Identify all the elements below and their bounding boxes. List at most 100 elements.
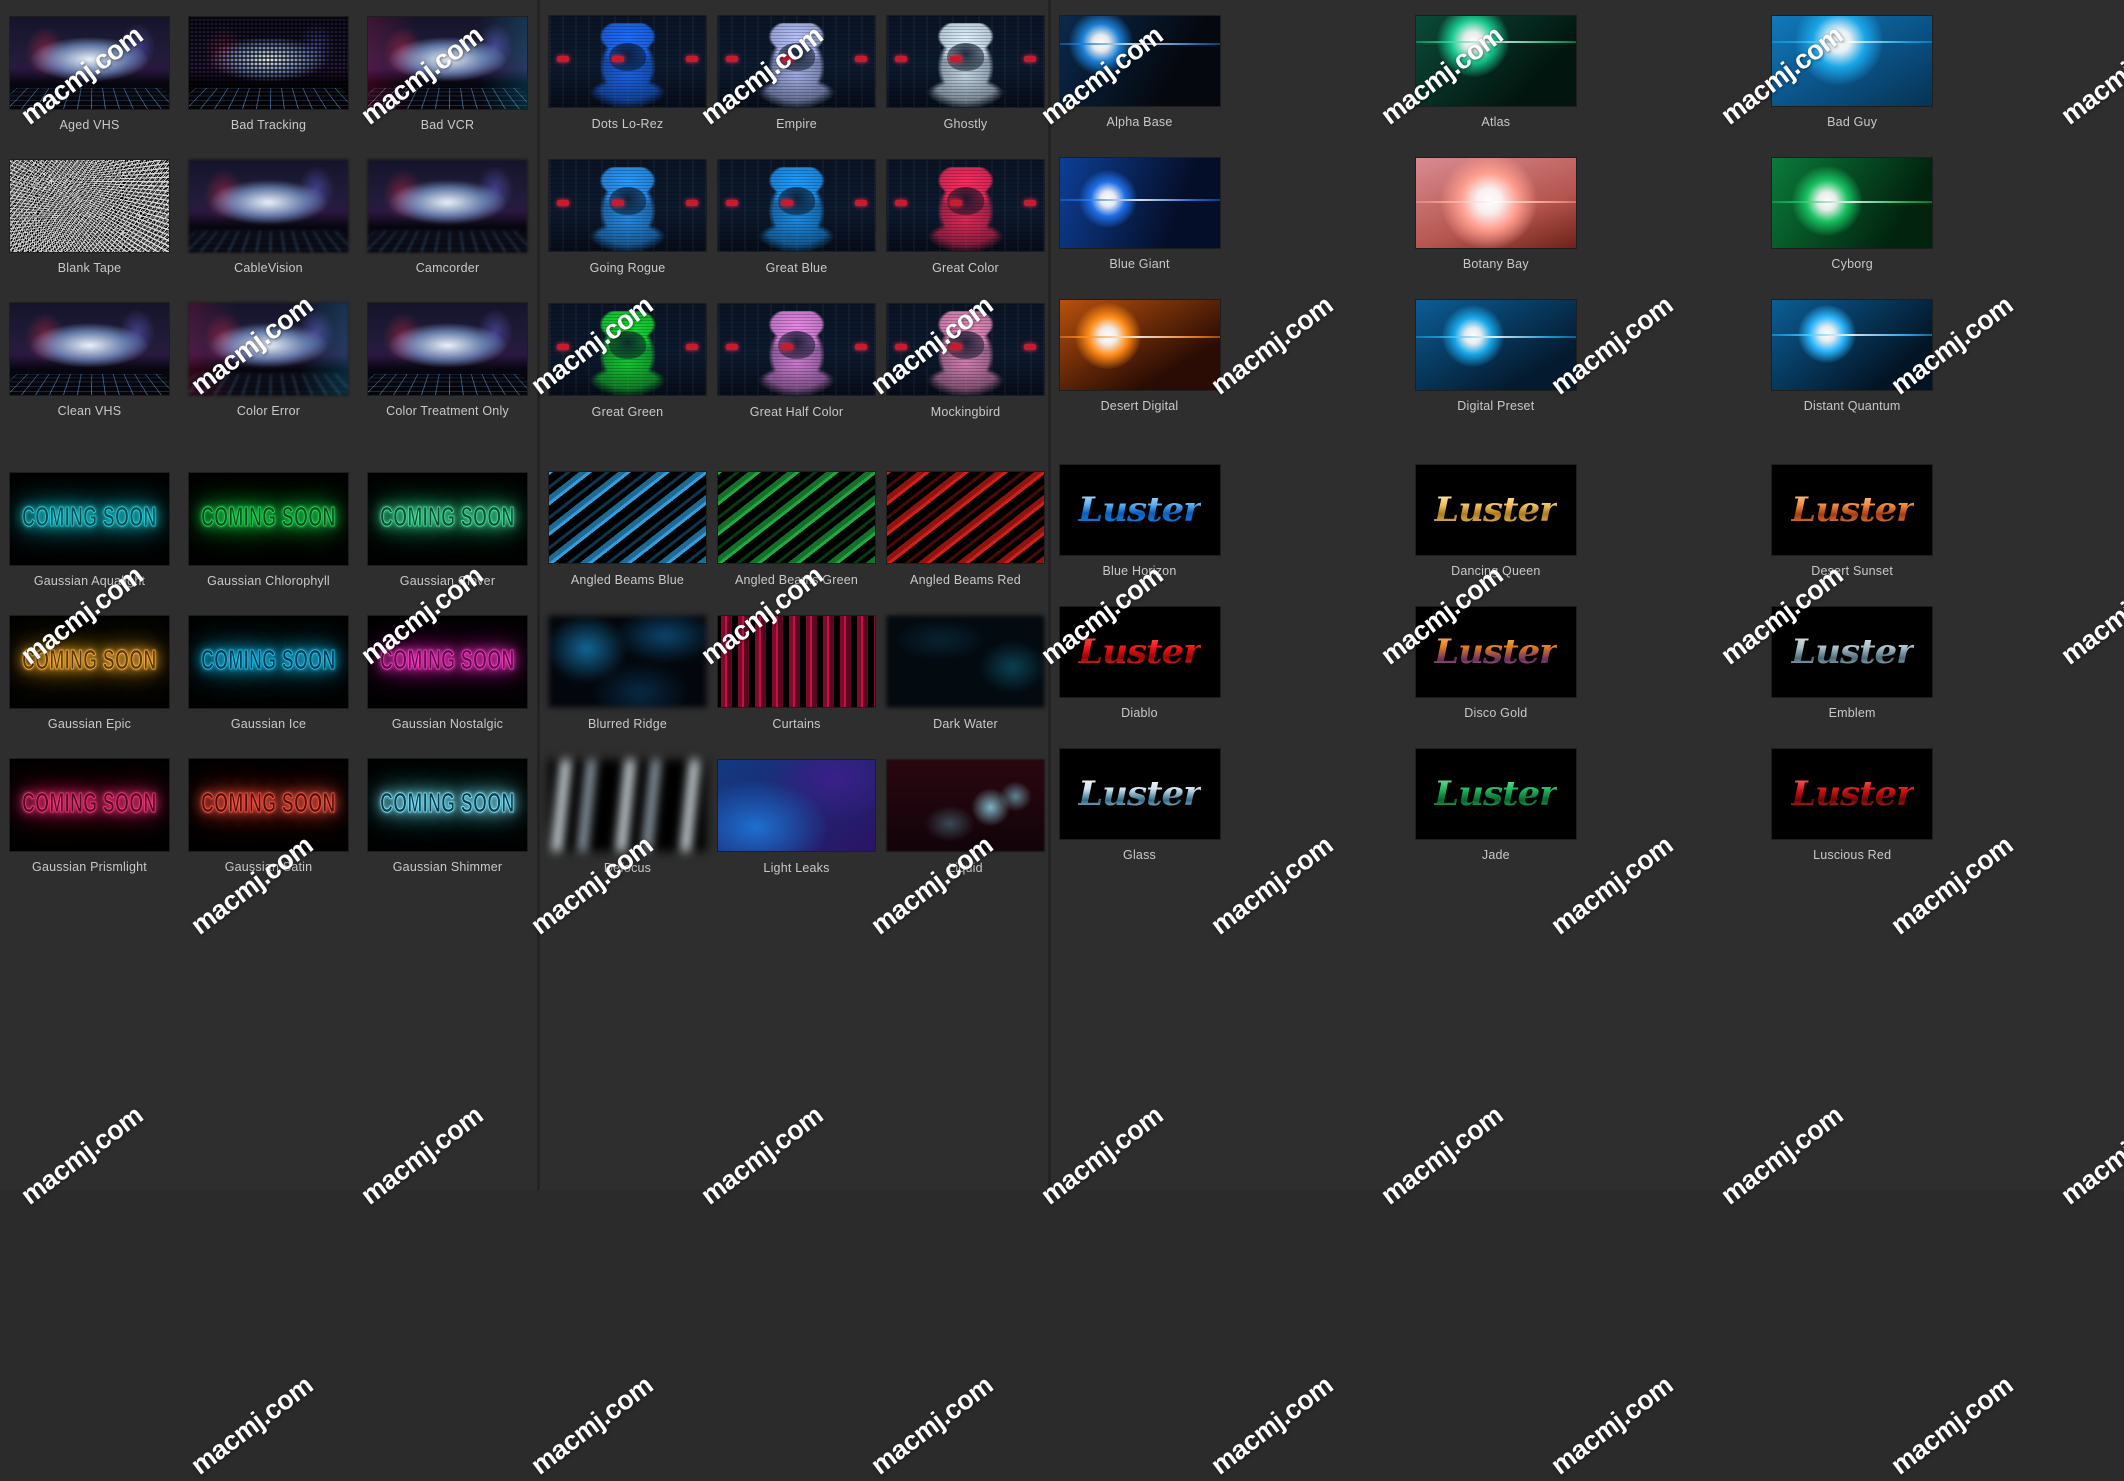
- preset-thumbnail-bad-vcr[interactable]: [368, 17, 527, 109]
- preset-thumbnail-bad-tracking[interactable]: [189, 17, 348, 109]
- preset-thumbnail-botany-bay[interactable]: [1415, 158, 1576, 248]
- preset-item[interactable]: Luster Emblem: [1768, 578, 1937, 720]
- preset-thumbnail-disco-gold[interactable]: Luster: [1415, 607, 1576, 697]
- preset-item[interactable]: Great Color: [881, 131, 1048, 275]
- preset-thumbnail-great-color[interactable]: [887, 160, 1044, 251]
- preset-item[interactable]: Light Leaks: [712, 731, 881, 875]
- preset-item[interactable]: COMING SOON Gaussian Nostalgic: [358, 588, 537, 731]
- preset-thumbnail-digital-preset[interactable]: [1415, 300, 1576, 390]
- preset-item[interactable]: Luster Disco Gold: [1411, 578, 1580, 720]
- preset-item[interactable]: Dots Lo-Rez: [543, 16, 712, 131]
- preset-thumbnail-color-error[interactable]: [189, 303, 348, 395]
- preset-item[interactable]: COMING SOON Gaussian Shimmer: [358, 731, 537, 874]
- preset-item[interactable]: Bad Guy: [1768, 16, 1937, 129]
- preset-thumbnail-gaussian-prismlight[interactable]: COMING SOON: [10, 759, 169, 851]
- preset-thumbnail-clean-vhs[interactable]: [10, 303, 169, 395]
- preset-item[interactable]: Aged VHS: [0, 17, 179, 132]
- preset-thumbnail-great-blue[interactable]: [718, 160, 875, 251]
- preset-item[interactable]: Blue Giant: [1055, 129, 1224, 271]
- preset-item[interactable]: COMING SOON Gaussian Chlorophyll: [179, 473, 358, 588]
- preset-thumbnail-cablevision[interactable]: [189, 160, 348, 252]
- preset-item[interactable]: Luster Luscious Red: [1768, 720, 1937, 862]
- preset-thumbnail-going-rogue[interactable]: [549, 160, 706, 251]
- preset-thumbnail-gaussian-shimmer[interactable]: COMING SOON: [368, 759, 527, 851]
- preset-thumbnail-desert-sunset[interactable]: Luster: [1772, 465, 1933, 555]
- preset-item[interactable]: Luster Glass: [1055, 720, 1224, 862]
- preset-thumbnail-blurred-ridge[interactable]: [549, 616, 706, 707]
- preset-item[interactable]: Bad Tracking: [179, 17, 358, 132]
- preset-thumbnail-dark-water[interactable]: [887, 616, 1044, 707]
- preset-thumbnail-angled-beams-blue[interactable]: [549, 472, 706, 563]
- preset-thumbnail-bad-guy[interactable]: [1772, 16, 1933, 106]
- preset-thumbnail-glass[interactable]: Luster: [1059, 749, 1220, 839]
- preset-item[interactable]: Dark Water: [881, 587, 1048, 731]
- preset-thumbnail-distant-quantum[interactable]: [1772, 300, 1933, 390]
- preset-item[interactable]: COMING SOON Gaussian Prismlight: [0, 731, 179, 874]
- preset-thumbnail-curtains[interactable]: [718, 616, 875, 707]
- preset-thumbnail-diablo[interactable]: Luster: [1059, 607, 1220, 697]
- preset-item[interactable]: Bad VCR: [358, 17, 537, 132]
- preset-thumbnail-defocus[interactable]: [549, 760, 706, 851]
- preset-item[interactable]: Botany Bay: [1411, 129, 1580, 271]
- preset-thumbnail-gaussian-satin[interactable]: COMING SOON: [189, 759, 348, 851]
- preset-thumbnail-atlas[interactable]: [1415, 16, 1576, 106]
- preset-thumbnail-gaussian-epic[interactable]: COMING SOON: [10, 616, 169, 708]
- preset-thumbnail-color-treatment-only[interactable]: [368, 303, 527, 395]
- preset-thumbnail-desert-digital[interactable]: [1059, 300, 1220, 390]
- preset-item[interactable]: Distant Quantum: [1768, 271, 1937, 413]
- preset-thumbnail-aged-vhs[interactable]: [10, 17, 169, 109]
- preset-thumbnail-jade[interactable]: Luster: [1415, 749, 1576, 839]
- preset-item[interactable]: Luster Blue Horizon: [1055, 465, 1224, 578]
- preset-item[interactable]: Blurred Ridge: [543, 587, 712, 731]
- preset-thumbnail-angled-beams-green[interactable]: [718, 472, 875, 563]
- preset-thumbnail-dots-lo-rez[interactable]: [549, 16, 706, 107]
- preset-thumbnail-mockingbird[interactable]: [887, 304, 1044, 395]
- preset-item[interactable]: Luster Desert Sunset: [1768, 465, 1937, 578]
- preset-item[interactable]: Angled Beams Blue: [543, 472, 712, 587]
- preset-item[interactable]: Desert Digital: [1055, 271, 1224, 413]
- preset-thumbnail-cyborg[interactable]: [1772, 158, 1933, 248]
- preset-thumbnail-gaussian-chlorophyll[interactable]: COMING SOON: [189, 473, 348, 565]
- preset-thumbnail-emblem[interactable]: Luster: [1772, 607, 1933, 697]
- preset-thumbnail-liquid[interactable]: [887, 760, 1044, 851]
- preset-item[interactable]: Great Green: [543, 275, 712, 419]
- preset-item[interactable]: COMING SOON Gaussian Aqualight: [0, 473, 179, 588]
- preset-item[interactable]: Luster Jade: [1411, 720, 1580, 862]
- preset-item[interactable]: Camcorder: [358, 132, 537, 275]
- preset-item[interactable]: Empire: [712, 16, 881, 131]
- preset-item[interactable]: Cyborg: [1768, 129, 1937, 271]
- preset-item[interactable]: Color Treatment Only: [358, 275, 537, 418]
- preset-item[interactable]: Color Error: [179, 275, 358, 418]
- preset-item[interactable]: COMING SOON Gaussian Ice: [179, 588, 358, 731]
- preset-item[interactable]: Angled Beams Red: [881, 472, 1048, 587]
- preset-item[interactable]: Angled Beams Green: [712, 472, 881, 587]
- preset-item[interactable]: Blank Tape: [0, 132, 179, 275]
- preset-thumbnail-gaussian-clover[interactable]: COMING SOON: [368, 473, 527, 565]
- preset-item[interactable]: Ghostly: [881, 16, 1048, 131]
- preset-item[interactable]: COMING SOON Gaussian Satin: [179, 731, 358, 874]
- preset-thumbnail-dancing-queen[interactable]: Luster: [1415, 465, 1576, 555]
- preset-item[interactable]: Digital Preset: [1411, 271, 1580, 413]
- preset-item[interactable]: Luster Dancing Queen: [1411, 465, 1580, 578]
- preset-item[interactable]: Going Rogue: [543, 131, 712, 275]
- preset-thumbnail-camcorder[interactable]: [368, 160, 527, 252]
- preset-item[interactable]: Great Blue: [712, 131, 881, 275]
- preset-thumbnail-luscious-red[interactable]: Luster: [1772, 749, 1933, 839]
- preset-item[interactable]: Clean VHS: [0, 275, 179, 418]
- preset-thumbnail-alpha-base[interactable]: [1059, 16, 1220, 106]
- preset-thumbnail-great-green[interactable]: [549, 304, 706, 395]
- preset-thumbnail-blue-horizon[interactable]: Luster: [1059, 465, 1220, 555]
- preset-item[interactable]: Atlas: [1411, 16, 1580, 129]
- preset-thumbnail-blank-tape[interactable]: [10, 160, 169, 252]
- preset-item[interactable]: Great Half Color: [712, 275, 881, 419]
- preset-thumbnail-great-half-color[interactable]: [718, 304, 875, 395]
- preset-item[interactable]: COMING SOON Gaussian Clover: [358, 473, 537, 588]
- preset-item[interactable]: Alpha Base: [1055, 16, 1224, 129]
- preset-thumbnail-angled-beams-red[interactable]: [887, 472, 1044, 563]
- preset-thumbnail-gaussian-aqualight[interactable]: COMING SOON: [10, 473, 169, 565]
- preset-item[interactable]: Luster Diablo: [1055, 578, 1224, 720]
- preset-thumbnail-blue-giant[interactable]: [1059, 158, 1220, 248]
- preset-thumbnail-empire[interactable]: [718, 16, 875, 107]
- preset-item[interactable]: Mockingbird: [881, 275, 1048, 419]
- preset-item[interactable]: CableVision: [179, 132, 358, 275]
